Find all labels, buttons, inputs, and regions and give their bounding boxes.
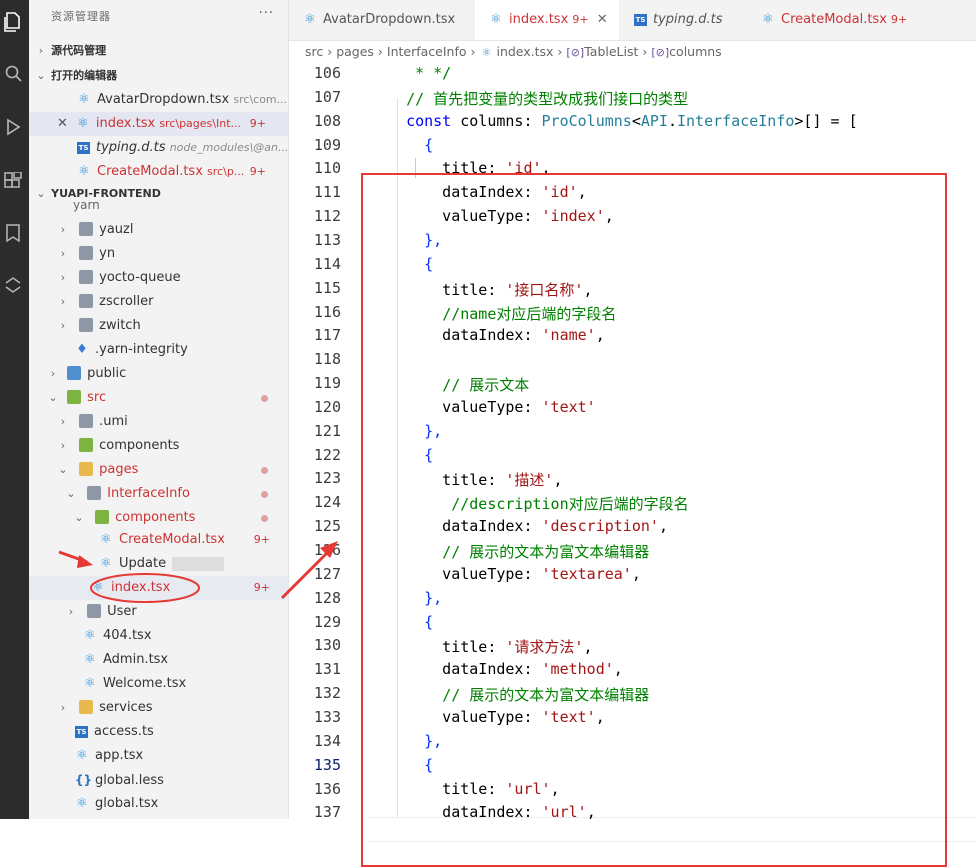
code-line: const columns: ProColumns<API.InterfaceI… bbox=[406, 111, 858, 130]
typescript-file-icon: TS bbox=[634, 13, 647, 26]
symbol-variable-icon: [⊘] bbox=[566, 46, 585, 59]
react-file-icon: ⚛ bbox=[481, 46, 492, 59]
code-line: // 首先把变量的类型改成我们接口的类型 bbox=[406, 89, 689, 108]
run-debug-icon[interactable] bbox=[2, 118, 24, 140]
breadcrumb-item[interactable]: columns bbox=[669, 44, 722, 59]
editor-area: ⚛ AvatarDropdown.tsx ⚛ index.tsx 9+ ✕ TS ty… bbox=[280, 0, 976, 867]
tab-typing-d-ts[interactable]: TS typing.d.ts bbox=[620, 0, 746, 40]
bookmark-icon[interactable] bbox=[2, 224, 24, 246]
react-file-icon: ⚛ bbox=[490, 12, 502, 27]
breadcrumb-item[interactable]: index.tsx bbox=[496, 44, 553, 59]
breadcrumb-item[interactable]: TableList bbox=[584, 44, 638, 59]
react-file-icon: ⚛ bbox=[762, 12, 774, 27]
remote-icon[interactable] bbox=[2, 276, 24, 298]
search-icon[interactable] bbox=[2, 64, 24, 86]
activity-bar bbox=[0, 0, 29, 819]
annotation-box bbox=[361, 173, 947, 867]
files-icon[interactable] bbox=[2, 12, 24, 34]
annotation-arrow bbox=[280, 541, 338, 600]
extensions-icon[interactable] bbox=[2, 171, 24, 194]
close-tab-icon[interactable]: ✕ bbox=[597, 12, 608, 27]
symbol-variable-icon: [⊘] bbox=[651, 46, 670, 59]
tab-index-tsx[interactable]: ⚛ index.tsx 9+ ✕ bbox=[475, 0, 619, 40]
tab-create-modal[interactable]: ⚛ CreateModal.tsx 9+ bbox=[747, 0, 927, 40]
